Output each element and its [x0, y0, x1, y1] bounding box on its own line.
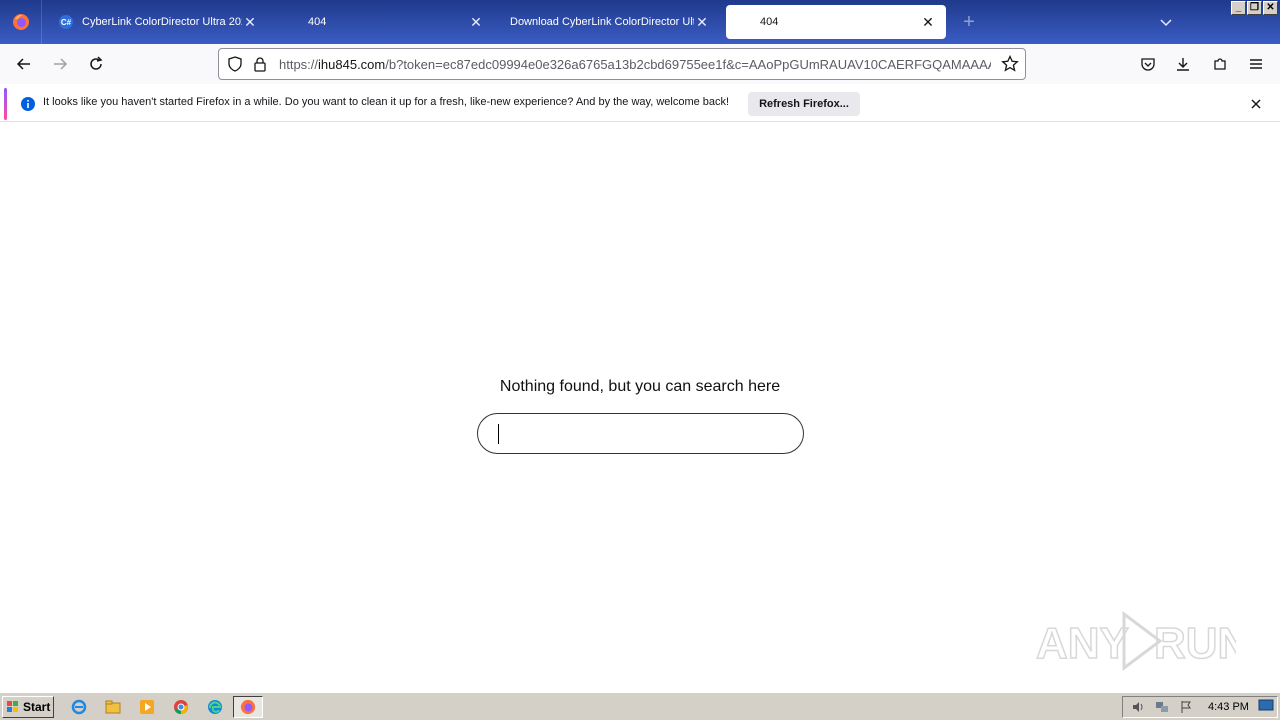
address-bar[interactable]: https://ihu845.com/b?token=ec87edc09994e…: [218, 48, 1026, 80]
arrow-left-icon: [16, 58, 30, 70]
windows-flag-icon: [7, 701, 18, 712]
windows-taskbar: Start 4:43 PM: [0, 692, 1280, 720]
close-window-button[interactable]: ✕: [1263, 1, 1278, 15]
close-tab-icon[interactable]: ✕: [694, 14, 710, 30]
search-input[interactable]: [477, 413, 804, 454]
forward-button[interactable]: [48, 52, 72, 76]
reload-button[interactable]: [84, 52, 108, 76]
downloads-button[interactable]: [1171, 52, 1195, 76]
notification-accent-stripe: [4, 88, 7, 120]
text-caret: [498, 424, 499, 444]
svg-text:C#: C#: [61, 18, 72, 27]
close-tab-icon[interactable]: ✕: [920, 14, 936, 30]
anyrun-watermark-logo: ANY RUN: [1036, 611, 1236, 671]
not-found-heading: Nothing found, but you can search here: [499, 378, 781, 395]
url-text[interactable]: https://ihu845.com/b?token=ec87edc09994e…: [279, 57, 991, 72]
firefox-icon: [240, 699, 256, 715]
tab-title: CyberLink ColorDirector Ultra 2024: [82, 16, 242, 28]
minimize-button[interactable]: _: [1231, 1, 1246, 15]
taskbar-clock[interactable]: 4:43 PM: [1208, 701, 1249, 713]
chrome-icon[interactable]: [172, 698, 190, 716]
volume-icon[interactable]: [1129, 699, 1147, 715]
url-scheme: https://: [279, 56, 319, 72]
info-icon: [21, 97, 35, 111]
tab-download-colordirector[interactable]: Download CyberLink ColorDirector Ultra ✕: [500, 5, 720, 39]
firefox-view-button[interactable]: [0, 0, 42, 44]
tab-404-first[interactable]: 404 ✕: [274, 5, 494, 39]
pocket-icon: [1141, 58, 1155, 71]
close-tab-icon[interactable]: ✕: [242, 14, 258, 30]
notification-message: It looks like you haven't started Firefo…: [43, 96, 730, 108]
reload-icon: [90, 56, 103, 70]
list-all-tabs-button[interactable]: [1156, 12, 1176, 32]
url-path: /b?token=ec87edc09994e0e326a6765a13b2cbd…: [385, 56, 991, 72]
puzzle-icon: [1214, 58, 1226, 70]
taskbar-firefox-button[interactable]: [233, 696, 263, 718]
tab-title: 404: [760, 16, 779, 28]
close-notification-icon[interactable]: [1248, 96, 1264, 112]
hamburger-menu-icon: [1250, 59, 1262, 69]
lock-icon[interactable]: [251, 55, 269, 73]
blank-favicon: [284, 14, 300, 30]
url-domain: ihu845.com: [318, 56, 386, 72]
start-label: Start: [23, 700, 51, 714]
tracking-protection-icon[interactable]: [226, 55, 244, 73]
pocket-button[interactable]: [1136, 52, 1160, 76]
show-desktop-icon[interactable]: [1258, 699, 1274, 713]
edge-icon[interactable]: [206, 698, 224, 716]
media-player-icon[interactable]: [138, 698, 156, 716]
svg-text:ANY: ANY: [1036, 619, 1129, 668]
tab-bar: C# CyberLink ColorDirector Ultra 2024 ✕ …: [0, 0, 1280, 44]
download-icon: [1177, 58, 1189, 71]
tab-colordirector[interactable]: C# CyberLink ColorDirector Ultra 2024 ✕: [48, 5, 268, 39]
action-center-flag-icon[interactable]: [1177, 699, 1195, 715]
firefox-icon: [12, 14, 29, 30]
arrow-right-icon: [54, 58, 68, 70]
window-controls: _ ❐ ✕: [1231, 1, 1278, 15]
refresh-firefox-button[interactable]: Refresh Firefox...: [748, 92, 860, 116]
network-icon[interactable]: [1153, 699, 1171, 715]
back-button[interactable]: [12, 52, 36, 76]
close-tab-icon[interactable]: ✕: [468, 14, 484, 30]
restore-button[interactable]: ❐: [1247, 1, 1262, 15]
tab-title: Download CyberLink ColorDirector Ultra: [510, 16, 694, 28]
bookmark-star-icon[interactable]: [1001, 55, 1019, 73]
refresh-firefox-notification: It looks like you haven't started Firefo…: [0, 86, 1280, 122]
svg-text:RUN: RUN: [1154, 619, 1236, 668]
internet-explorer-icon[interactable]: [70, 698, 88, 716]
start-button[interactable]: Start: [2, 696, 54, 718]
tab-title: 404: [308, 16, 327, 28]
chevron-down-icon: [1160, 19, 1172, 27]
extensions-button[interactable]: [1208, 52, 1232, 76]
navigation-toolbar: https://ihu845.com/b?token=ec87edc09994e…: [0, 44, 1280, 84]
new-tab-button[interactable]: +: [954, 7, 984, 37]
file-explorer-icon[interactable]: [104, 698, 122, 716]
app-menu-button[interactable]: [1244, 52, 1268, 76]
tab-404-active[interactable]: 404 ✕: [726, 5, 946, 39]
system-tray: [1122, 696, 1278, 718]
cyberlink-icon: C#: [58, 14, 74, 30]
blank-favicon: [736, 14, 752, 30]
